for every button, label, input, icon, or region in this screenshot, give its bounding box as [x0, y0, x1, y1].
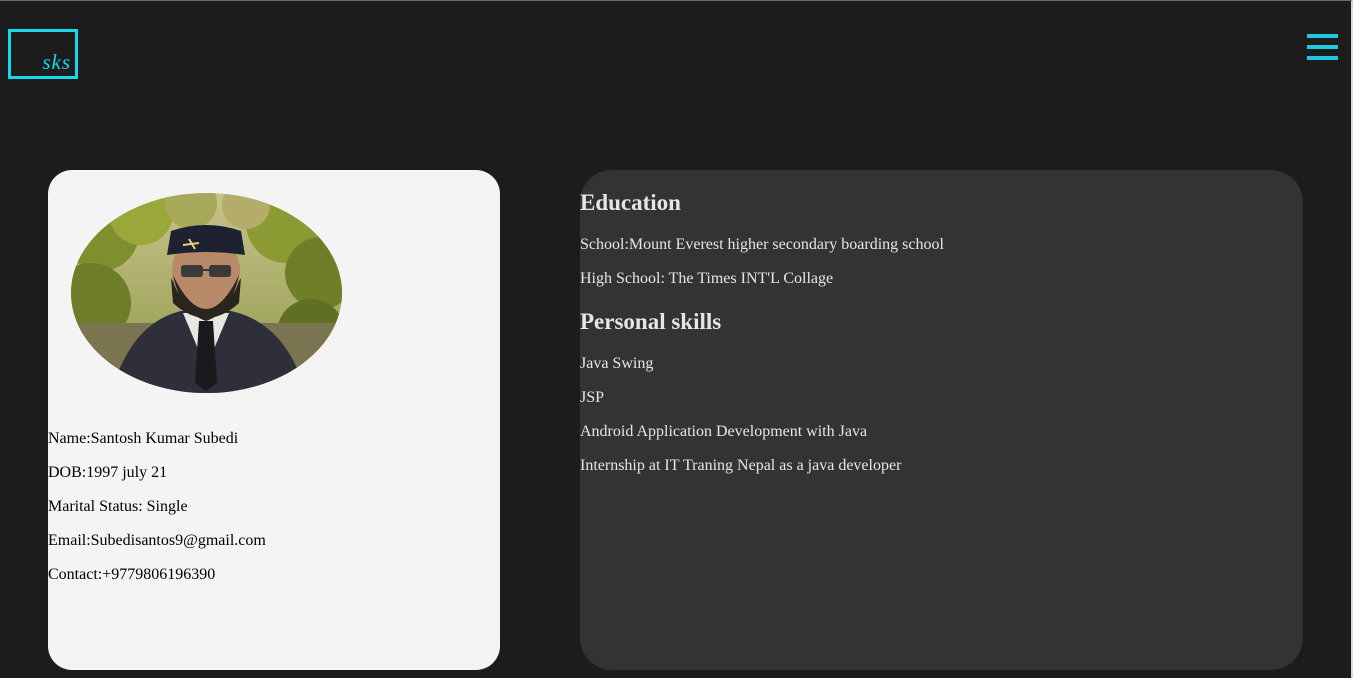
profile-marital-status: Marital Status: Single [48, 498, 188, 515]
menu-bar-middle [1307, 45, 1338, 49]
skill-item: Internship at IT Traning Nepal as a java… [580, 457, 902, 474]
menu-bar-top [1307, 34, 1338, 38]
profile-email: Email:Subedisantos9@gmail.com [48, 532, 266, 549]
profile-dob: DOB:1997 july 21 [48, 464, 168, 481]
profile-info-list: Name:Santosh Kumar Subedi DOB:1997 july … [48, 427, 266, 597]
profile-photo [71, 193, 342, 393]
education-item: School:Mount Everest higher secondary bo… [580, 236, 944, 253]
skill-item: Java Swing [580, 355, 654, 372]
page: sks Name:Santosh Kumar Subedi DOB:1997 j… [0, 0, 1353, 678]
site-logo[interactable]: sks [8, 29, 78, 79]
skill-item: JSP [580, 389, 605, 406]
logo-text: sks [42, 50, 71, 74]
details-card: Education School:Mount Everest higher se… [580, 170, 1303, 670]
profile-photo-image [71, 193, 342, 393]
education-item: High School: The Times INT'L Collage [580, 270, 834, 287]
menu-bar-bottom [1307, 56, 1338, 60]
profile-name: Name:Santosh Kumar Subedi [48, 430, 239, 447]
skill-item: Android Application Development with Jav… [580, 423, 868, 440]
profile-contact: Contact:+9779806196390 [48, 566, 216, 583]
profile-card: Name:Santosh Kumar Subedi DOB:1997 july … [48, 170, 500, 670]
education-heading: Education [580, 190, 681, 215]
skills-heading: Personal skills [580, 309, 722, 334]
hamburger-menu-icon[interactable] [1307, 34, 1338, 60]
